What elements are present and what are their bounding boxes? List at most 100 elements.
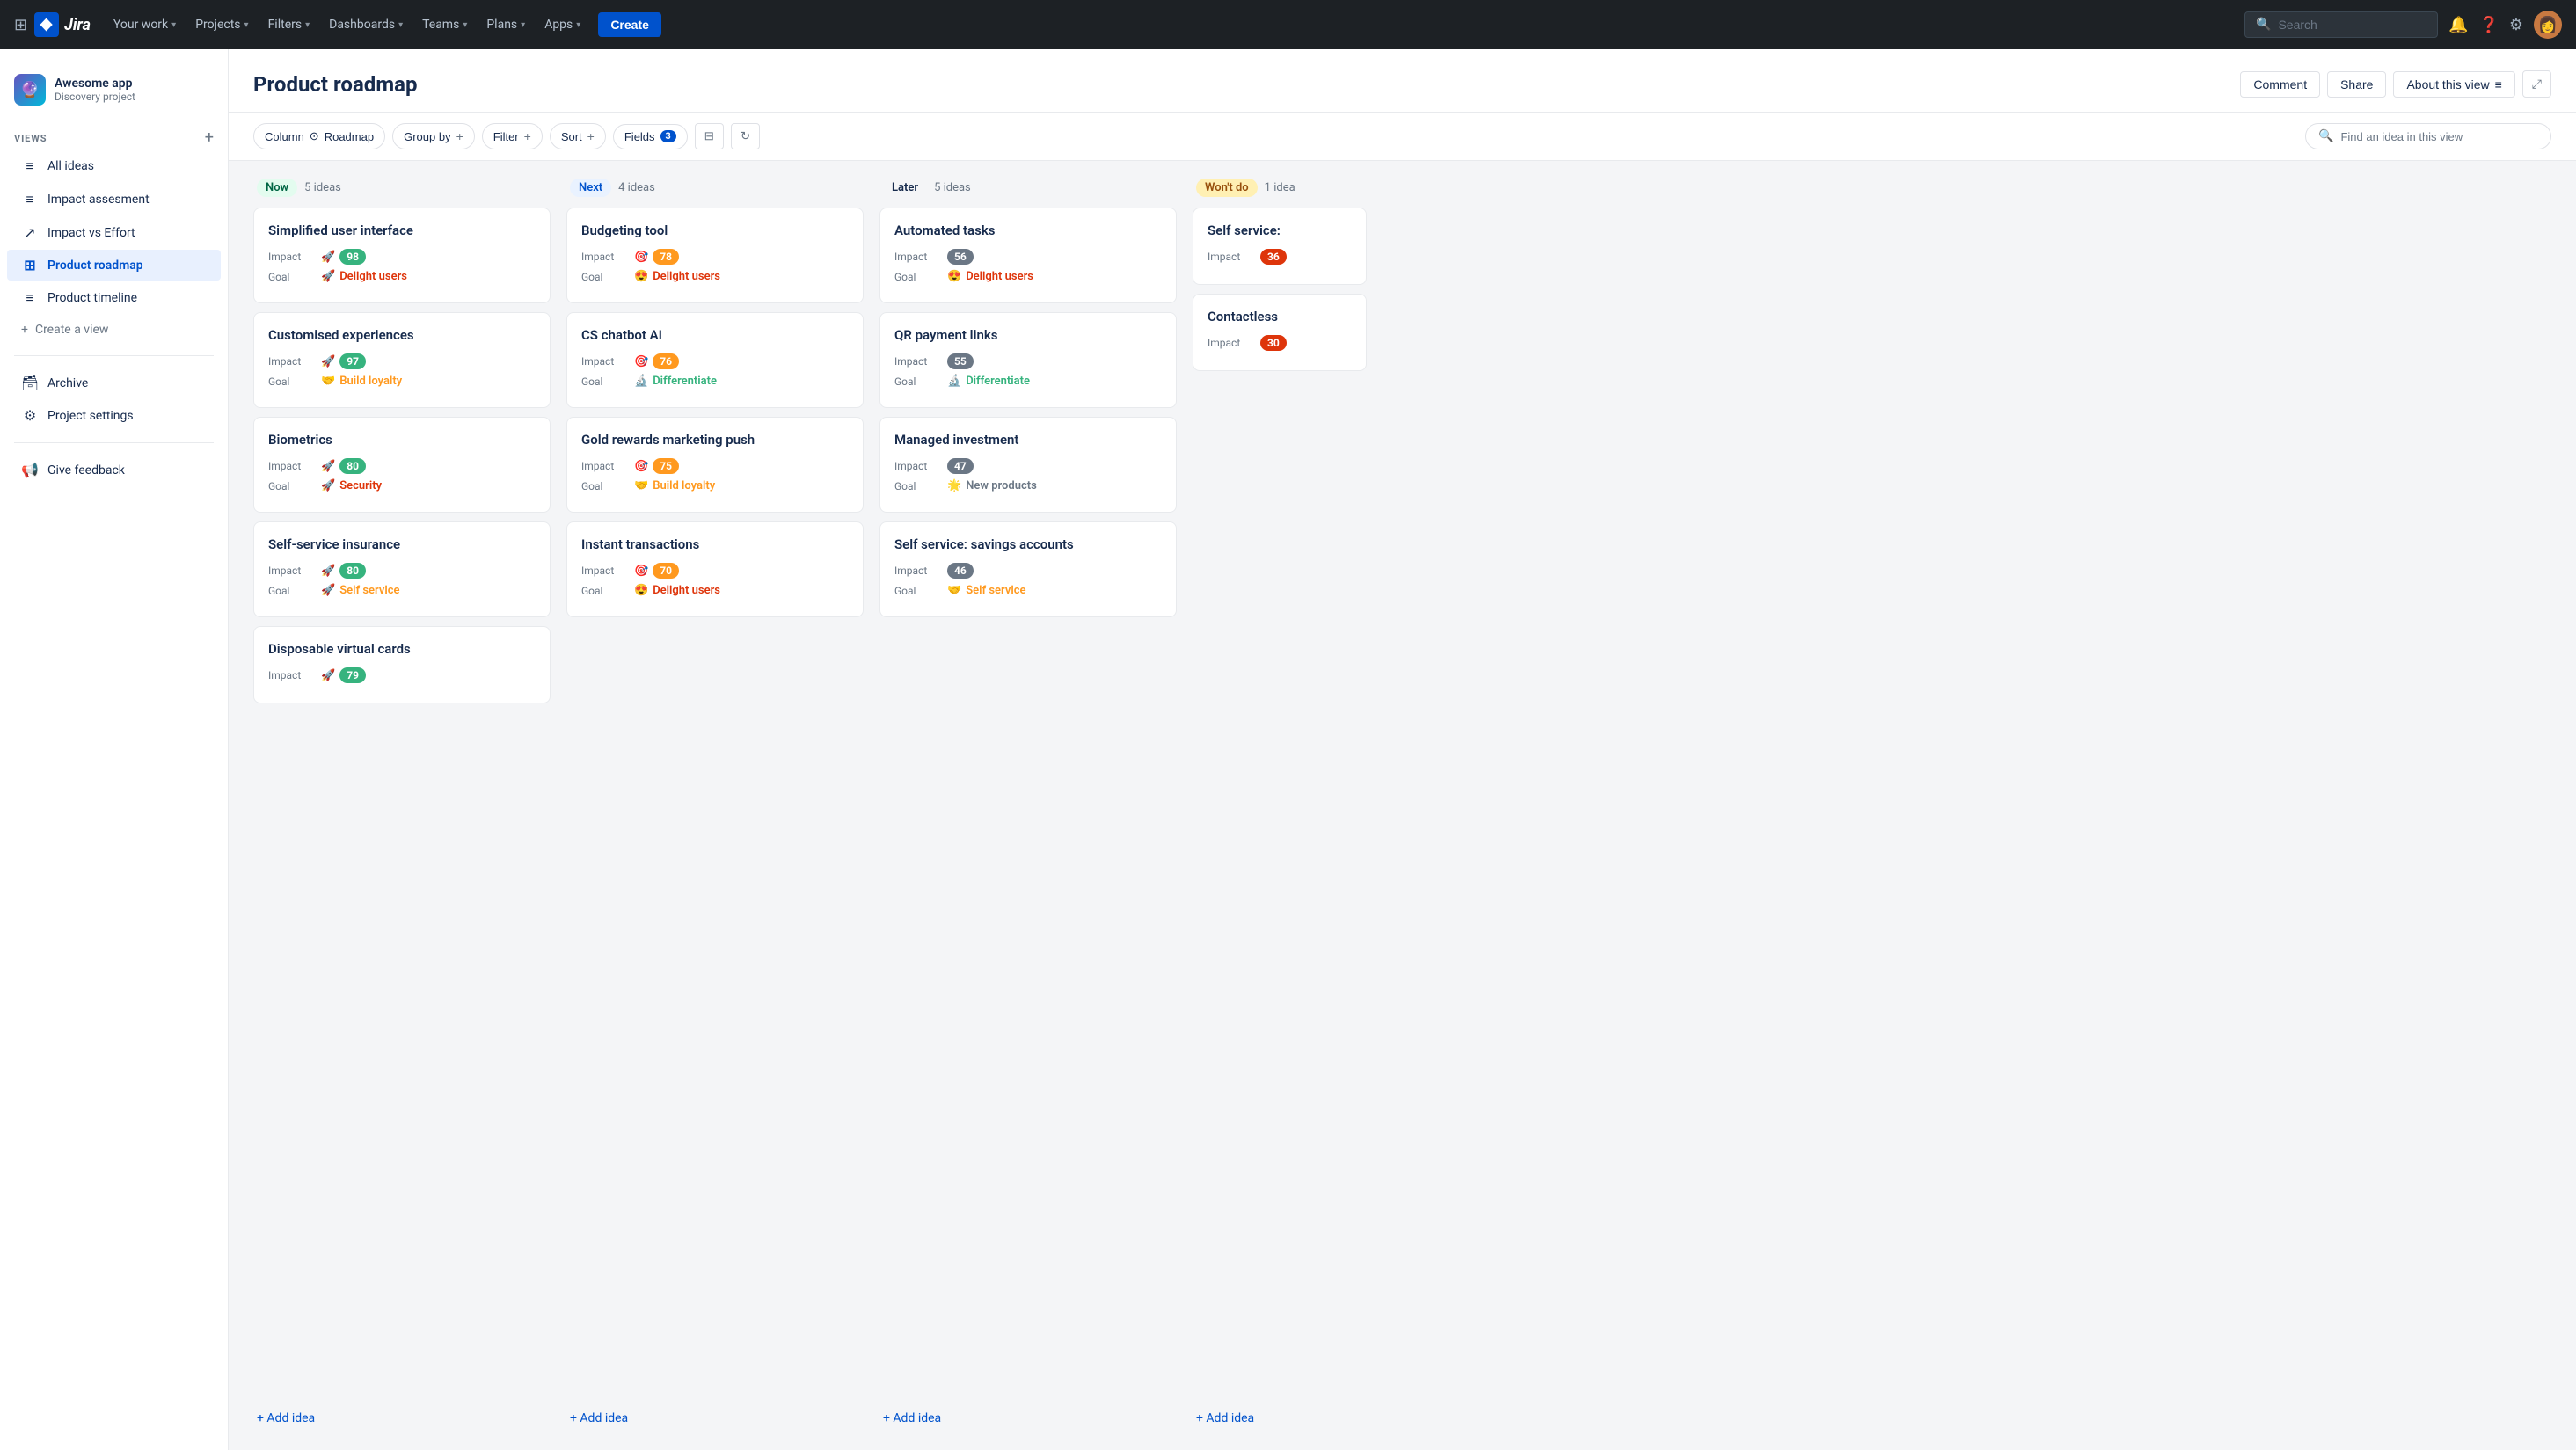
sidebar-item-product-roadmap[interactable]: ⊞ Product roadmap <box>7 250 221 281</box>
project-subtitle: Discovery project <box>55 91 135 103</box>
nav-your-work[interactable]: Your work ▾ <box>105 12 185 37</box>
list-icon: ≡ <box>21 289 39 307</box>
add-idea-button-later[interactable]: + Add idea <box>879 1404 1179 1432</box>
impact-label: Impact <box>1208 251 1260 263</box>
notifications-icon[interactable]: 🔔 <box>2448 16 2468 34</box>
nav-dashboards[interactable]: Dashboards ▾ <box>320 12 412 37</box>
comment-button[interactable]: Comment <box>2240 71 2320 98</box>
card[interactable]: Simplified user interfaceImpact🚀98Goal🚀D… <box>253 208 551 303</box>
column-tag-now[interactable]: Now <box>257 179 297 197</box>
impact-value: 30 <box>1260 335 1287 351</box>
sidebar-item-label: Product roadmap <box>47 259 143 273</box>
card[interactable]: CS chatbot AIImpact🎯76Goal🔬Differentiate <box>566 312 864 408</box>
nav-projects[interactable]: Projects ▾ <box>186 12 257 37</box>
goal-emoji: 🤝 <box>947 584 961 597</box>
column-cards-now: Simplified user interfaceImpact🚀98Goal🚀D… <box>253 208 552 1401</box>
impact-badge: 76 <box>653 353 679 369</box>
filter-button[interactable]: Filter + <box>482 123 543 149</box>
sidebar-item-project-settings[interactable]: ⚙ Project settings <box>7 400 221 431</box>
card[interactable]: Disposable virtual cardsImpact🚀79 <box>253 626 551 703</box>
goal-label: Goal <box>894 271 947 283</box>
card[interactable]: Customised experiencesImpact🚀97Goal🤝Buil… <box>253 312 551 408</box>
add-view-icon[interactable]: + <box>205 130 214 146</box>
card[interactable]: ContactlessImpact30 <box>1193 294 1367 371</box>
help-icon[interactable]: ❓ <box>2478 16 2498 34</box>
project-name: Awesome app <box>55 77 135 91</box>
goal-value: 🚀Security <box>321 479 382 492</box>
rocket-icon: 🎯 <box>634 460 648 473</box>
nav-plans[interactable]: Plans ▾ <box>478 12 534 37</box>
nav-teams[interactable]: Teams ▾ <box>413 12 476 37</box>
create-view-button[interactable]: + Create a view <box>7 316 221 344</box>
expand-button[interactable]: ⤢ <box>2522 70 2551 98</box>
idea-search-input[interactable] <box>2340 130 2538 143</box>
grid-icon[interactable]: ⊞ <box>14 16 27 34</box>
sort-button[interactable]: Sort + <box>550 123 606 149</box>
feedback-icon: 📢 <box>21 462 39 478</box>
logo[interactable]: Jira <box>34 12 91 37</box>
search-input[interactable] <box>2278 18 2426 32</box>
impact-badge: 78 <box>653 249 679 265</box>
search-icon: 🔍 <box>2256 18 2271 32</box>
goal-label: Goal <box>268 271 321 283</box>
impact-value: 🚀79 <box>321 667 366 683</box>
avatar[interactable]: 👩 <box>2534 11 2562 39</box>
card[interactable]: BiometricsImpact🚀80Goal🚀Security <box>253 417 551 513</box>
impact-value: 🎯 78 <box>634 249 679 265</box>
chevron-down-icon: ▾ <box>463 20 467 30</box>
card-goal-field: Goal😍Delight users <box>894 270 1162 283</box>
card[interactable]: Automated tasksImpact56Goal😍Delight user… <box>879 208 1177 303</box>
refresh-button[interactable]: ↻ <box>731 123 760 149</box>
impact-label: Impact <box>581 460 634 472</box>
goal-value: 😍Delight users <box>634 584 720 597</box>
project-header[interactable]: 🔮 Awesome app Discovery project <box>0 63 228 116</box>
idea-search-box[interactable]: 🔍 <box>2305 123 2551 149</box>
card[interactable]: Instant transactionsImpact🎯70Goal😍Deligh… <box>566 521 864 617</box>
add-idea-button-next[interactable]: + Add idea <box>566 1404 865 1432</box>
fields-button[interactable]: Fields 3 <box>613 124 688 149</box>
sidebar-item-give-feedback[interactable]: 📢 Give feedback <box>7 455 221 485</box>
nav-apps[interactable]: Apps ▾ <box>536 12 589 37</box>
goal-emoji: 🚀 <box>321 584 335 597</box>
column-tag-wontdo[interactable]: Won't do <box>1196 179 1258 197</box>
rocket-icon: 🚀 <box>321 460 335 473</box>
column-tag-later[interactable]: Later <box>883 179 927 197</box>
share-button[interactable]: Share <box>2327 71 2386 98</box>
card[interactable]: QR payment linksImpact55Goal🔬Differentia… <box>879 312 1177 408</box>
lines-icon: ≡ <box>2495 77 2502 91</box>
settings-icon[interactable]: ⚙ <box>2509 16 2523 34</box>
sidebar-divider-2 <box>14 442 214 443</box>
sidebar-item-product-timeline[interactable]: ≡ Product timeline <box>7 282 221 314</box>
card[interactable]: Gold rewards marketing pushImpact🎯75Goal… <box>566 417 864 513</box>
plus-icon: + <box>587 129 595 143</box>
add-idea-button-now[interactable]: + Add idea <box>253 1404 552 1432</box>
column-button[interactable]: Column ⊙ Roadmap <box>253 123 385 149</box>
card[interactable]: Managed investmentImpact47Goal🌟New produ… <box>879 417 1177 513</box>
sidebar-item-impact-assessment[interactable]: ≡ Impact assesment <box>7 184 221 215</box>
rocket-icon: 🎯 <box>634 251 648 264</box>
nav-filters[interactable]: Filters ▾ <box>259 12 319 37</box>
goal-value: 😍Delight users <box>634 270 720 283</box>
impact-badge: 36 <box>1260 249 1287 265</box>
filter-label: Filter <box>493 130 519 143</box>
sidebar-item-impact-vs-effort[interactable]: ↗ Impact vs Effort <box>7 217 221 248</box>
card[interactable]: Self service: savings accountsImpact46Go… <box>879 521 1177 617</box>
create-button[interactable]: Create <box>598 12 661 37</box>
card[interactable]: Self-service insuranceImpact🚀80Goal🚀Self… <box>253 521 551 617</box>
group-by-button[interactable]: Group by + <box>392 123 475 149</box>
plus-icon: + <box>456 129 463 143</box>
card[interactable]: Self service:Impact36 <box>1193 208 1367 285</box>
card[interactable]: Budgeting toolImpact🎯78Goal😍Delight user… <box>566 208 864 303</box>
sidebar-item-all-ideas[interactable]: ≡ All ideas <box>7 150 221 182</box>
view-options-button[interactable]: ⊟ <box>695 123 724 149</box>
sidebar-item-archive[interactable]: 🗃 Archive <box>7 368 221 398</box>
card-title: Biometrics <box>268 432 536 448</box>
column-tag-next[interactable]: Next <box>570 179 611 197</box>
about-view-button[interactable]: About this view ≡ <box>2393 71 2514 98</box>
search-box[interactable]: 🔍 <box>2244 11 2438 38</box>
impact-badge: 75 <box>653 458 679 474</box>
impact-badge: 46 <box>947 563 974 579</box>
rocket-icon: 🚀 <box>321 251 335 264</box>
add-idea-button-wontdo[interactable]: + Add idea <box>1193 1404 1368 1432</box>
goal-text: Build loyalty <box>653 479 715 492</box>
